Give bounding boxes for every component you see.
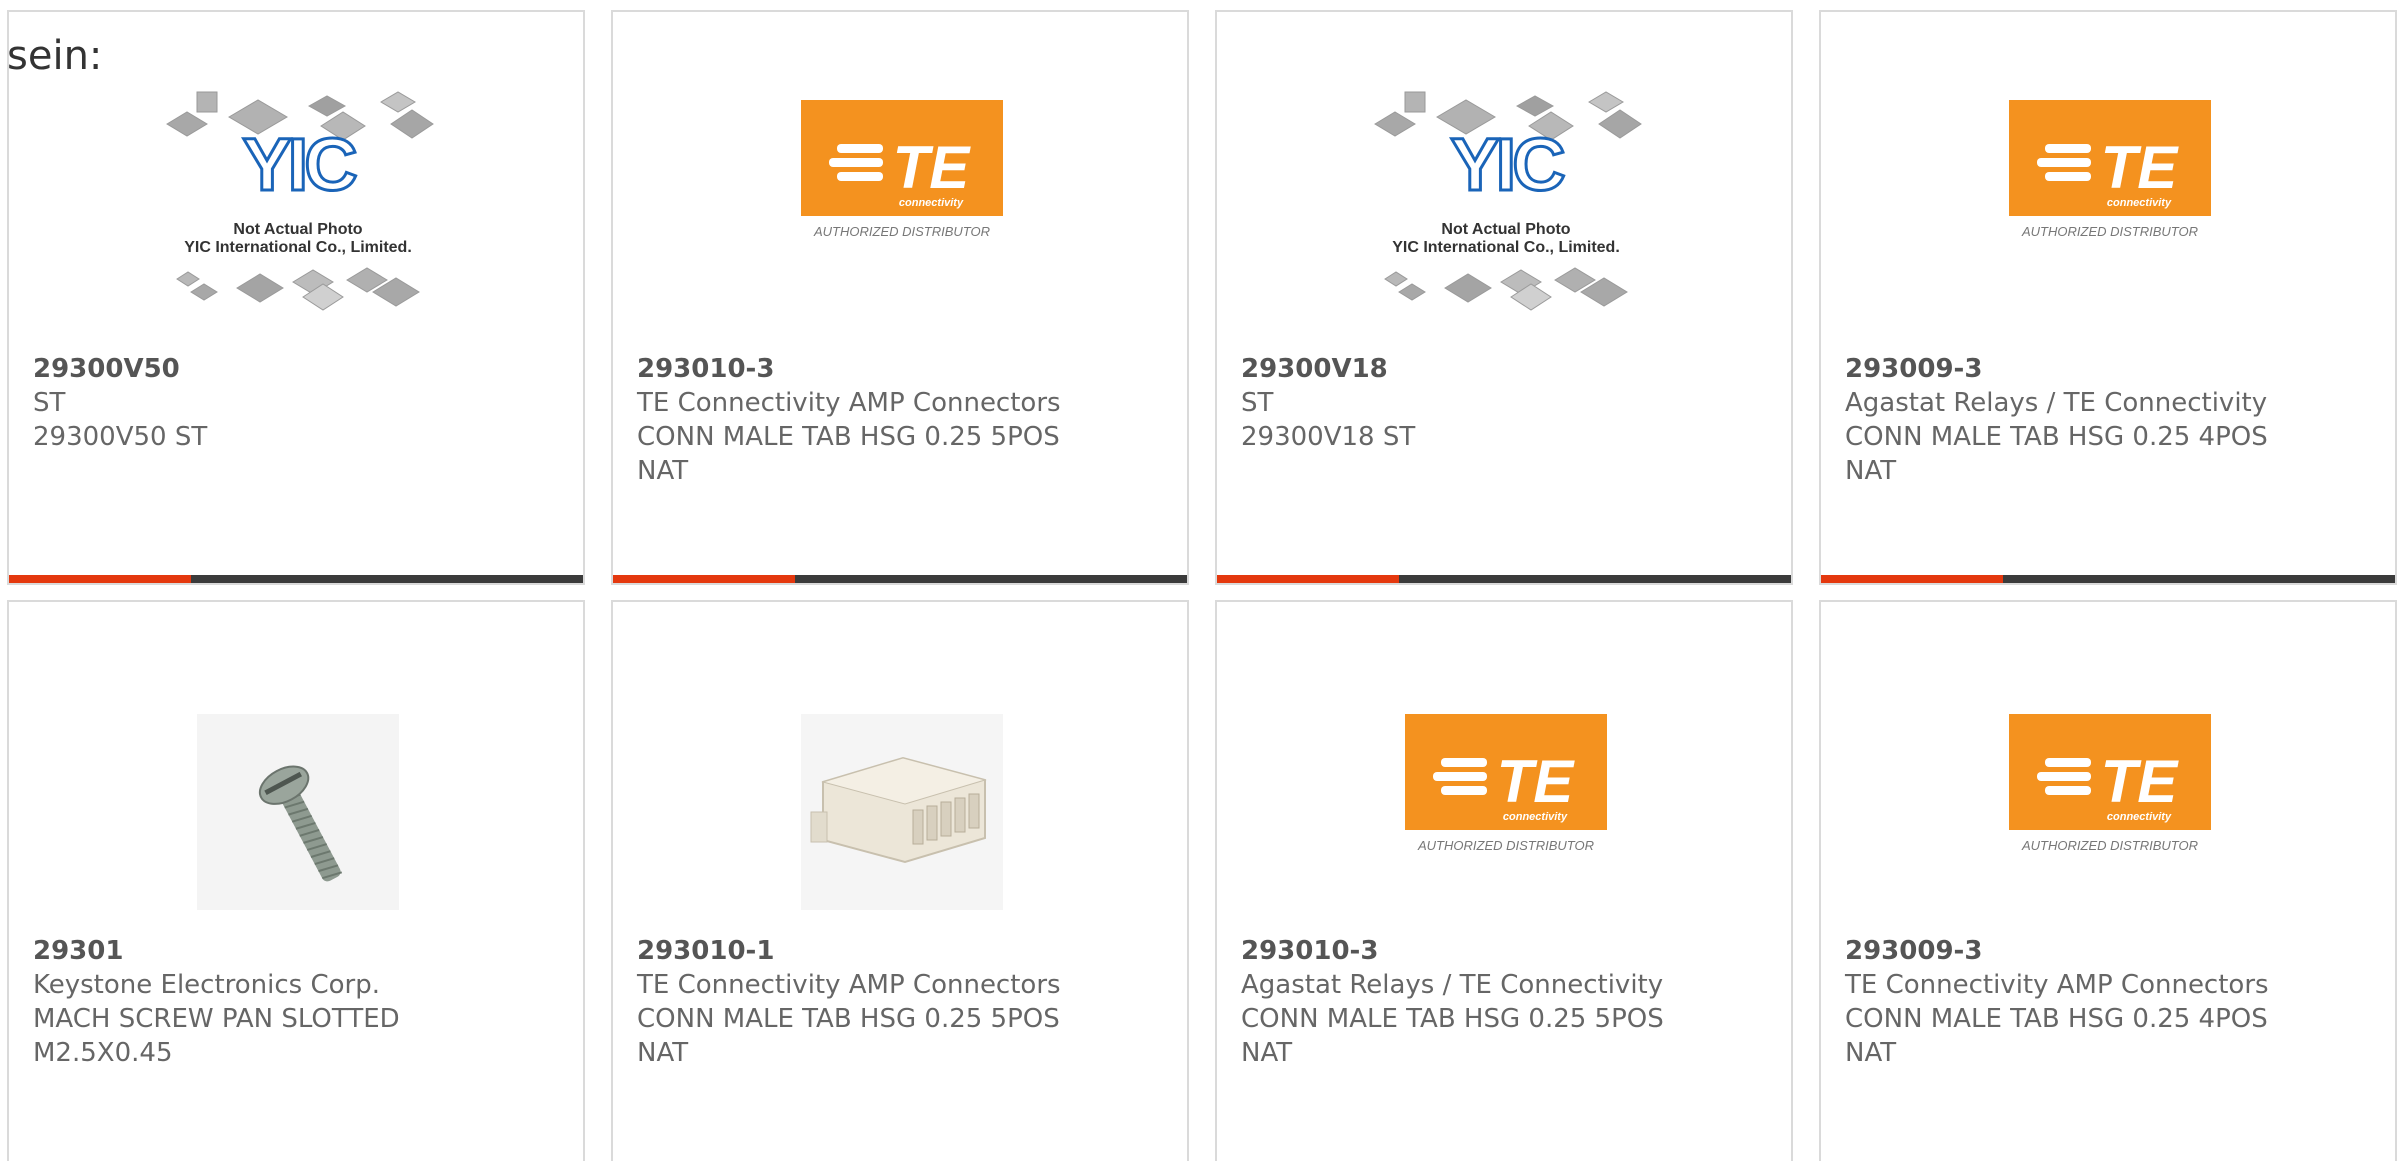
te-authorized-caption: AUTHORIZED DISTRIBUTOR bbox=[2021, 838, 2198, 853]
product-image-graphic bbox=[801, 714, 1003, 910]
description-line: MACH SCREW PAN SLOTTED bbox=[33, 1004, 400, 1034]
card-status-accent bbox=[1217, 575, 1399, 583]
product-image[interactable]: YIC Not Actual Photo YIC International Co.… bbox=[1217, 48, 1791, 311]
te-authorized-caption: AUTHORIZED DISTRIBUTOR bbox=[1417, 838, 1594, 853]
intro-text: sein: bbox=[7, 33, 103, 79]
product-grid-page: sein: YIC Not Actual Photo YIC Internation… bbox=[0, 0, 2400, 1161]
te-logo-mark: TE bbox=[1497, 748, 1576, 815]
description-line: NAT bbox=[1845, 1038, 1897, 1068]
manufacturer: TE Connectivity AMP Connectors bbox=[637, 970, 1061, 1000]
card-status-accent bbox=[1821, 575, 2003, 583]
description-line: CONN MALE TAB HSG 0.25 5POS bbox=[1241, 1004, 1664, 1034]
product-image-graphic: YIC Not Actual PhotoYIC International Co.… bbox=[166, 91, 434, 311]
yic-caption-2: YIC International Co., Limited. bbox=[1392, 239, 1620, 256]
te-authorized-caption: AUTHORIZED DISTRIBUTOR bbox=[813, 224, 990, 239]
part-number-link[interactable]: 293010-1 bbox=[637, 934, 1163, 968]
te-logo-sub: connectivity bbox=[2107, 197, 2172, 209]
yic-caption-1: Not Actual Photo bbox=[1441, 221, 1570, 238]
description-line: 29300V18 ST bbox=[1241, 422, 1416, 452]
description-line: CONN MALE TAB HSG 0.25 4POS bbox=[1845, 422, 2268, 452]
card-status-accent bbox=[613, 575, 795, 583]
product-info: 29301 Keystone Electronics Corp. MACH SCRE… bbox=[33, 934, 559, 1070]
card-status-bar bbox=[613, 575, 1187, 583]
product-info: 293009-3 Agastat Relays / TE Connectivity… bbox=[1845, 352, 2371, 488]
manufacturer: Keystone Electronics Corp. bbox=[33, 970, 381, 1000]
part-number-link[interactable]: 293009-3 bbox=[1845, 352, 2371, 386]
description-line: NAT bbox=[1845, 456, 1897, 486]
card-status-bar bbox=[1821, 575, 2395, 583]
manufacturer: Agastat Relays / TE Connectivity bbox=[1241, 970, 1664, 1000]
yic-placeholder-image: YIC Not Actual PhotoYIC International Co.… bbox=[1374, 91, 1642, 311]
description-line: CONN MALE TAB HSG 0.25 5POS bbox=[637, 1004, 1060, 1034]
product-image[interactable] bbox=[9, 662, 583, 910]
part-number-link[interactable]: 293010-3 bbox=[1241, 934, 1767, 968]
part-number-link[interactable]: 29300V50 bbox=[33, 352, 559, 386]
part-number-link[interactable]: 293009-3 bbox=[1845, 934, 2371, 968]
product-image[interactable]: YIC Not Actual Photo YIC International Co.… bbox=[9, 48, 583, 311]
description-line: CONN MALE TAB HSG 0.25 5POS bbox=[637, 422, 1060, 452]
part-number-link[interactable]: 29301 bbox=[33, 934, 559, 968]
product-card[interactable]: TE connectivity AUTHORIZED DISTRIBUTOR 2930… bbox=[1215, 600, 1793, 1161]
product-card[interactable]: TE connectivity AUTHORIZED DISTRIBUTOR 2930… bbox=[1819, 600, 2397, 1161]
description-line: NAT bbox=[1241, 1038, 1293, 1068]
product-card[interactable]: YIC Not Actual Photo YIC International Co.… bbox=[7, 10, 585, 585]
product-image[interactable] bbox=[613, 662, 1187, 910]
product-image-graphic: TEconnectivity AUTHORIZED DISTRIBUTOR bbox=[801, 100, 1003, 239]
card-status-bar bbox=[1217, 575, 1791, 583]
product-info: 293010-1 TE Connectivity AMP Connectors CO… bbox=[637, 934, 1163, 1070]
te-logo-sub: connectivity bbox=[2107, 811, 2172, 823]
product-image-graphic: TEconnectivity AUTHORIZED DISTRIBUTOR bbox=[2009, 714, 2211, 853]
product-card[interactable]: TE connectivity AUTHORIZED DISTRIBUTOR 2930… bbox=[611, 10, 1189, 585]
te-connectivity-logo: TEconnectivity AUTHORIZED DISTRIBUTOR bbox=[801, 100, 1003, 239]
product-info: 29300V50 ST 29300V50 ST bbox=[33, 352, 559, 454]
te-connectivity-logo: TEconnectivity AUTHORIZED DISTRIBUTOR bbox=[2009, 714, 2211, 853]
part-number-link[interactable]: 293010-3 bbox=[637, 352, 1163, 386]
product-card[interactable]: 29301 Keystone Electronics Corp. MACH SCRE… bbox=[7, 600, 585, 1161]
product-image[interactable]: TE connectivity AUTHORIZED DISTRIBUTOR bbox=[1821, 48, 2395, 288]
product-image-graphic: TEconnectivity AUTHORIZED DISTRIBUTOR bbox=[2009, 100, 2211, 239]
product-image[interactable]: TE connectivity AUTHORIZED DISTRIBUTOR bbox=[613, 48, 1187, 288]
connector-product-photo bbox=[801, 714, 1003, 910]
yic-caption-1: Not Actual Photo bbox=[233, 221, 362, 238]
manufacturer: TE Connectivity AMP Connectors bbox=[637, 388, 1061, 418]
screw-product-photo bbox=[197, 714, 399, 910]
product-card[interactable]: 293010-1 TE Connectivity AMP Connectors CO… bbox=[611, 600, 1189, 1161]
yic-placeholder-image: YIC Not Actual PhotoYIC International Co.… bbox=[166, 91, 434, 311]
product-info: 293010-3 Agastat Relays / TE Connectivity… bbox=[1241, 934, 1767, 1070]
product-image-graphic bbox=[197, 714, 399, 910]
part-number-link[interactable]: 29300V18 bbox=[1241, 352, 1767, 386]
yic-caption-2: YIC International Co., Limited. bbox=[184, 239, 412, 256]
manufacturer: ST bbox=[33, 388, 66, 418]
te-logo-mark: TE bbox=[2101, 748, 2180, 815]
yic-logo-mark: YIC bbox=[1450, 123, 1564, 206]
product-image[interactable]: TE connectivity AUTHORIZED DISTRIBUTOR bbox=[1217, 662, 1791, 902]
description-line: M2.5X0.45 bbox=[33, 1038, 173, 1068]
card-status-bar bbox=[9, 575, 583, 583]
product-info: 29300V18 ST 29300V18 ST bbox=[1241, 352, 1767, 454]
te-logo-mark: TE bbox=[893, 134, 972, 201]
te-logo-sub: connectivity bbox=[1503, 811, 1568, 823]
manufacturer: Agastat Relays / TE Connectivity bbox=[1845, 388, 2268, 418]
description-line: NAT bbox=[637, 456, 689, 486]
product-card[interactable]: TE connectivity AUTHORIZED DISTRIBUTOR 2930… bbox=[1819, 10, 2397, 585]
product-image-graphic: YIC Not Actual PhotoYIC International Co.… bbox=[1374, 91, 1642, 311]
yic-logo-mark: YIC bbox=[242, 123, 356, 206]
manufacturer: TE Connectivity AMP Connectors bbox=[1845, 970, 2269, 1000]
manufacturer: ST bbox=[1241, 388, 1274, 418]
te-connectivity-logo: TEconnectivity AUTHORIZED DISTRIBUTOR bbox=[1405, 714, 1607, 853]
te-connectivity-logo: TEconnectivity AUTHORIZED DISTRIBUTOR bbox=[2009, 100, 2211, 239]
te-authorized-caption: AUTHORIZED DISTRIBUTOR bbox=[2021, 224, 2198, 239]
product-image[interactable]: TE connectivity AUTHORIZED DISTRIBUTOR bbox=[1821, 662, 2395, 902]
card-status-accent bbox=[9, 575, 191, 583]
description-line: 29300V50 ST bbox=[33, 422, 208, 452]
product-image-graphic: TEconnectivity AUTHORIZED DISTRIBUTOR bbox=[1405, 714, 1607, 853]
description-line: CONN MALE TAB HSG 0.25 4POS bbox=[1845, 1004, 2268, 1034]
te-logo-sub: connectivity bbox=[899, 197, 964, 209]
product-info: 293010-3 TE Connectivity AMP Connectors CO… bbox=[637, 352, 1163, 488]
product-card[interactable]: YIC Not Actual Photo YIC International Co.… bbox=[1215, 10, 1793, 585]
product-info: 293009-3 TE Connectivity AMP Connectors CO… bbox=[1845, 934, 2371, 1070]
description-line: NAT bbox=[637, 1038, 689, 1068]
te-logo-mark: TE bbox=[2101, 134, 2180, 201]
